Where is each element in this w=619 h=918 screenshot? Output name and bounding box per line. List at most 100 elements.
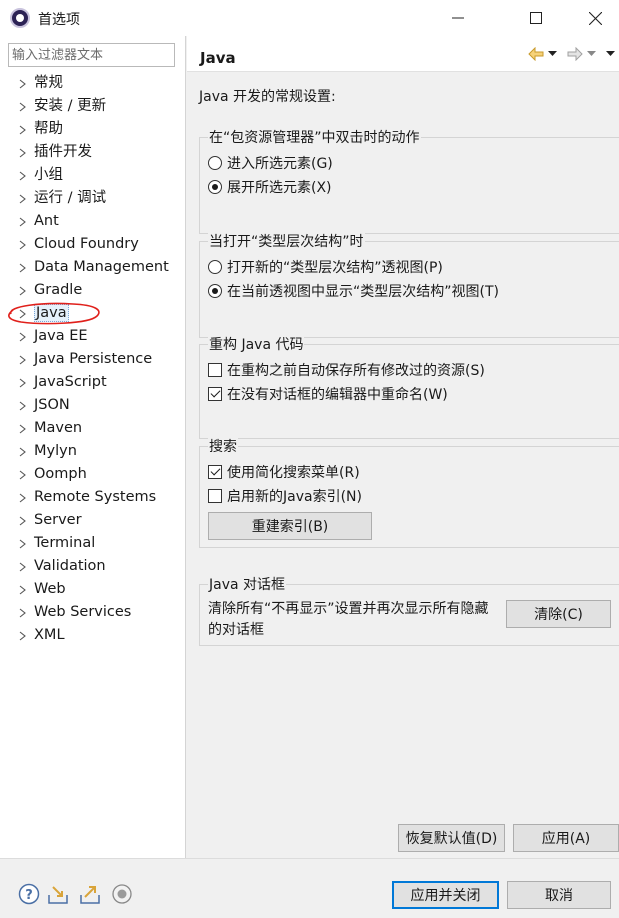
help-icon[interactable]: ? (18, 883, 40, 905)
chevron-right-icon[interactable] (19, 578, 29, 601)
page-nav (528, 44, 615, 64)
maximize-icon (530, 12, 542, 24)
eclipse-app-icon (10, 8, 30, 28)
apply-button[interactable]: 应用(A) (513, 824, 619, 852)
tree-item[interactable]: 小组 (0, 164, 186, 187)
checkbox-autosave[interactable]: 在重构之前自动保存所有修改过的资源(S) (208, 359, 485, 381)
chevron-right-icon[interactable] (19, 486, 29, 509)
view-menu-icon[interactable] (606, 51, 615, 57)
tree-item-label: Server (34, 512, 82, 528)
checkbox-indicator (208, 489, 222, 503)
forward-dropdown-icon[interactable] (587, 51, 596, 57)
chevron-right-icon[interactable] (19, 371, 29, 394)
tree-item[interactable]: Remote Systems (0, 486, 186, 509)
tree-item[interactable]: 插件开发 (0, 141, 186, 164)
clear-button[interactable]: 清除(C) (506, 600, 611, 628)
chevron-right-icon[interactable] (19, 233, 29, 256)
tree-item[interactable]: Maven (0, 417, 186, 440)
tree-item[interactable]: Java Persistence (0, 348, 186, 371)
back-arrow-icon[interactable] (528, 47, 544, 61)
java-dialogs-group: Java 对话框 清除所有“不再显示”设置并再次显示所有隐藏的对话框 清除(C) (199, 574, 619, 646)
tree-item[interactable]: JSON (0, 394, 186, 417)
export-icon[interactable] (79, 883, 101, 905)
tree-item[interactable]: Mylyn (0, 440, 186, 463)
tree-item[interactable]: XML (0, 624, 186, 647)
tree-item[interactable]: Terminal (0, 532, 186, 555)
tree-item[interactable]: 运行 / 调试 (0, 187, 186, 210)
tree-item[interactable]: 帮助 (0, 118, 186, 141)
minimize-icon (452, 17, 464, 19)
tree-item[interactable]: 安装 / 更新 (0, 95, 186, 118)
checkbox-rename-inline[interactable]: 在没有对话框的编辑器中重命名(W) (208, 383, 448, 405)
back-dropdown-icon[interactable] (548, 51, 557, 57)
group-title: 搜索 (208, 436, 238, 456)
tree-item[interactable]: Java (0, 302, 186, 325)
search-group: 搜索 使用简化搜索菜单(R) 启用新的Java索引(N) 重建索引(B) (199, 436, 619, 548)
checkbox-new-java-index[interactable]: 启用新的Java索引(N) (208, 485, 362, 507)
close-button[interactable] (572, 0, 618, 36)
chevron-right-icon[interactable] (19, 118, 29, 141)
radio-new-perspective[interactable]: 打开新的“类型层次结构”透视图(P) (208, 256, 443, 278)
radio-indicator (208, 284, 222, 298)
tree-item[interactable]: Web (0, 578, 186, 601)
cancel-button[interactable]: 取消 (507, 881, 611, 909)
radio-current-perspective[interactable]: 在当前透视图中显示“类型层次结构”视图(T) (208, 280, 499, 302)
apply-and-close-button[interactable]: 应用并关闭 (392, 881, 499, 909)
tree-item-label: JSON (34, 397, 70, 413)
chevron-right-icon[interactable] (19, 348, 29, 371)
tree-item-label: Gradle (34, 282, 83, 298)
dblclick-action-group: 在“包资源管理器”中双击时的动作 进入所选元素(G) 展开所选元素(X) (199, 127, 619, 234)
tree-item[interactable]: Ant (0, 210, 186, 233)
refactor-group: 重构 Java 代码 在重构之前自动保存所有修改过的资源(S) 在没有对话框的编… (199, 334, 619, 439)
clear-dialogs-description: 清除所有“不再显示”设置并再次显示所有隐藏的对话框 (208, 601, 489, 638)
tree-item[interactable]: Web Services (0, 601, 186, 624)
chevron-right-icon[interactable] (19, 601, 29, 624)
chevron-right-icon[interactable] (19, 509, 29, 532)
tree-item-label: Terminal (34, 535, 96, 551)
tree-item-label: 帮助 (34, 121, 63, 137)
chevron-right-icon[interactable] (19, 463, 29, 486)
tree-item[interactable]: Gradle (0, 279, 186, 302)
type-hierarchy-group: 当打开“类型层次结构”时 打开新的“类型层次结构”透视图(P) 在当前透视图中显… (199, 231, 619, 338)
chevron-right-icon[interactable] (19, 95, 29, 118)
chevron-right-icon[interactable] (19, 394, 29, 417)
tree-item[interactable]: JavaScript (0, 371, 186, 394)
rebuild-index-button[interactable]: 重建索引(B) (208, 512, 372, 540)
chevron-right-icon[interactable] (19, 555, 29, 578)
forward-arrow-icon[interactable] (567, 47, 583, 61)
tree-item[interactable]: Data Management (0, 256, 186, 279)
maximize-button[interactable] (513, 0, 559, 36)
tree-item[interactable]: Server (0, 509, 186, 532)
chevron-right-icon[interactable] (19, 532, 29, 555)
chevron-right-icon[interactable] (19, 187, 29, 210)
tree-item-label: Oomph (34, 466, 87, 482)
tree-item[interactable]: 常规 (0, 72, 186, 95)
tree-item[interactable]: Java EE (0, 325, 186, 348)
checkbox-simple-search-menu[interactable]: 使用简化搜索菜单(R) (208, 461, 360, 483)
chevron-right-icon[interactable] (19, 164, 29, 187)
chevron-right-icon[interactable] (19, 302, 29, 325)
radio-expand-element[interactable]: 展开所选元素(X) (208, 176, 332, 198)
filter-input[interactable] (8, 43, 175, 67)
chevron-right-icon[interactable] (19, 624, 29, 647)
chevron-right-icon[interactable] (19, 141, 29, 164)
chevron-right-icon[interactable] (19, 440, 29, 463)
svg-text:?: ? (25, 888, 33, 903)
chevron-right-icon[interactable] (19, 210, 29, 233)
minimize-button[interactable] (435, 0, 481, 36)
tree-item[interactable]: Validation (0, 555, 186, 578)
tree-item-label: Maven (34, 420, 83, 436)
tree-item[interactable]: Oomph (0, 463, 186, 486)
chevron-right-icon[interactable] (19, 325, 29, 348)
chevron-right-icon[interactable] (19, 279, 29, 302)
chevron-right-icon[interactable] (19, 256, 29, 279)
chevron-right-icon[interactable] (19, 72, 29, 95)
oomph-record-icon[interactable] (111, 883, 133, 905)
import-icon[interactable] (47, 883, 69, 905)
restore-defaults-button[interactable]: 恢复默认值(D) (398, 824, 505, 852)
radio-goto-element[interactable]: 进入所选元素(G) (208, 152, 333, 174)
tree-item-label: Data Management (34, 259, 169, 275)
tree-item[interactable]: Cloud Foundry (0, 233, 186, 256)
preference-tree: 常规 安装 / 更新帮助插件开发 小组 运行 / 调试 Ant Cloud Foundry… (0, 72, 186, 647)
chevron-right-icon[interactable] (19, 417, 29, 440)
